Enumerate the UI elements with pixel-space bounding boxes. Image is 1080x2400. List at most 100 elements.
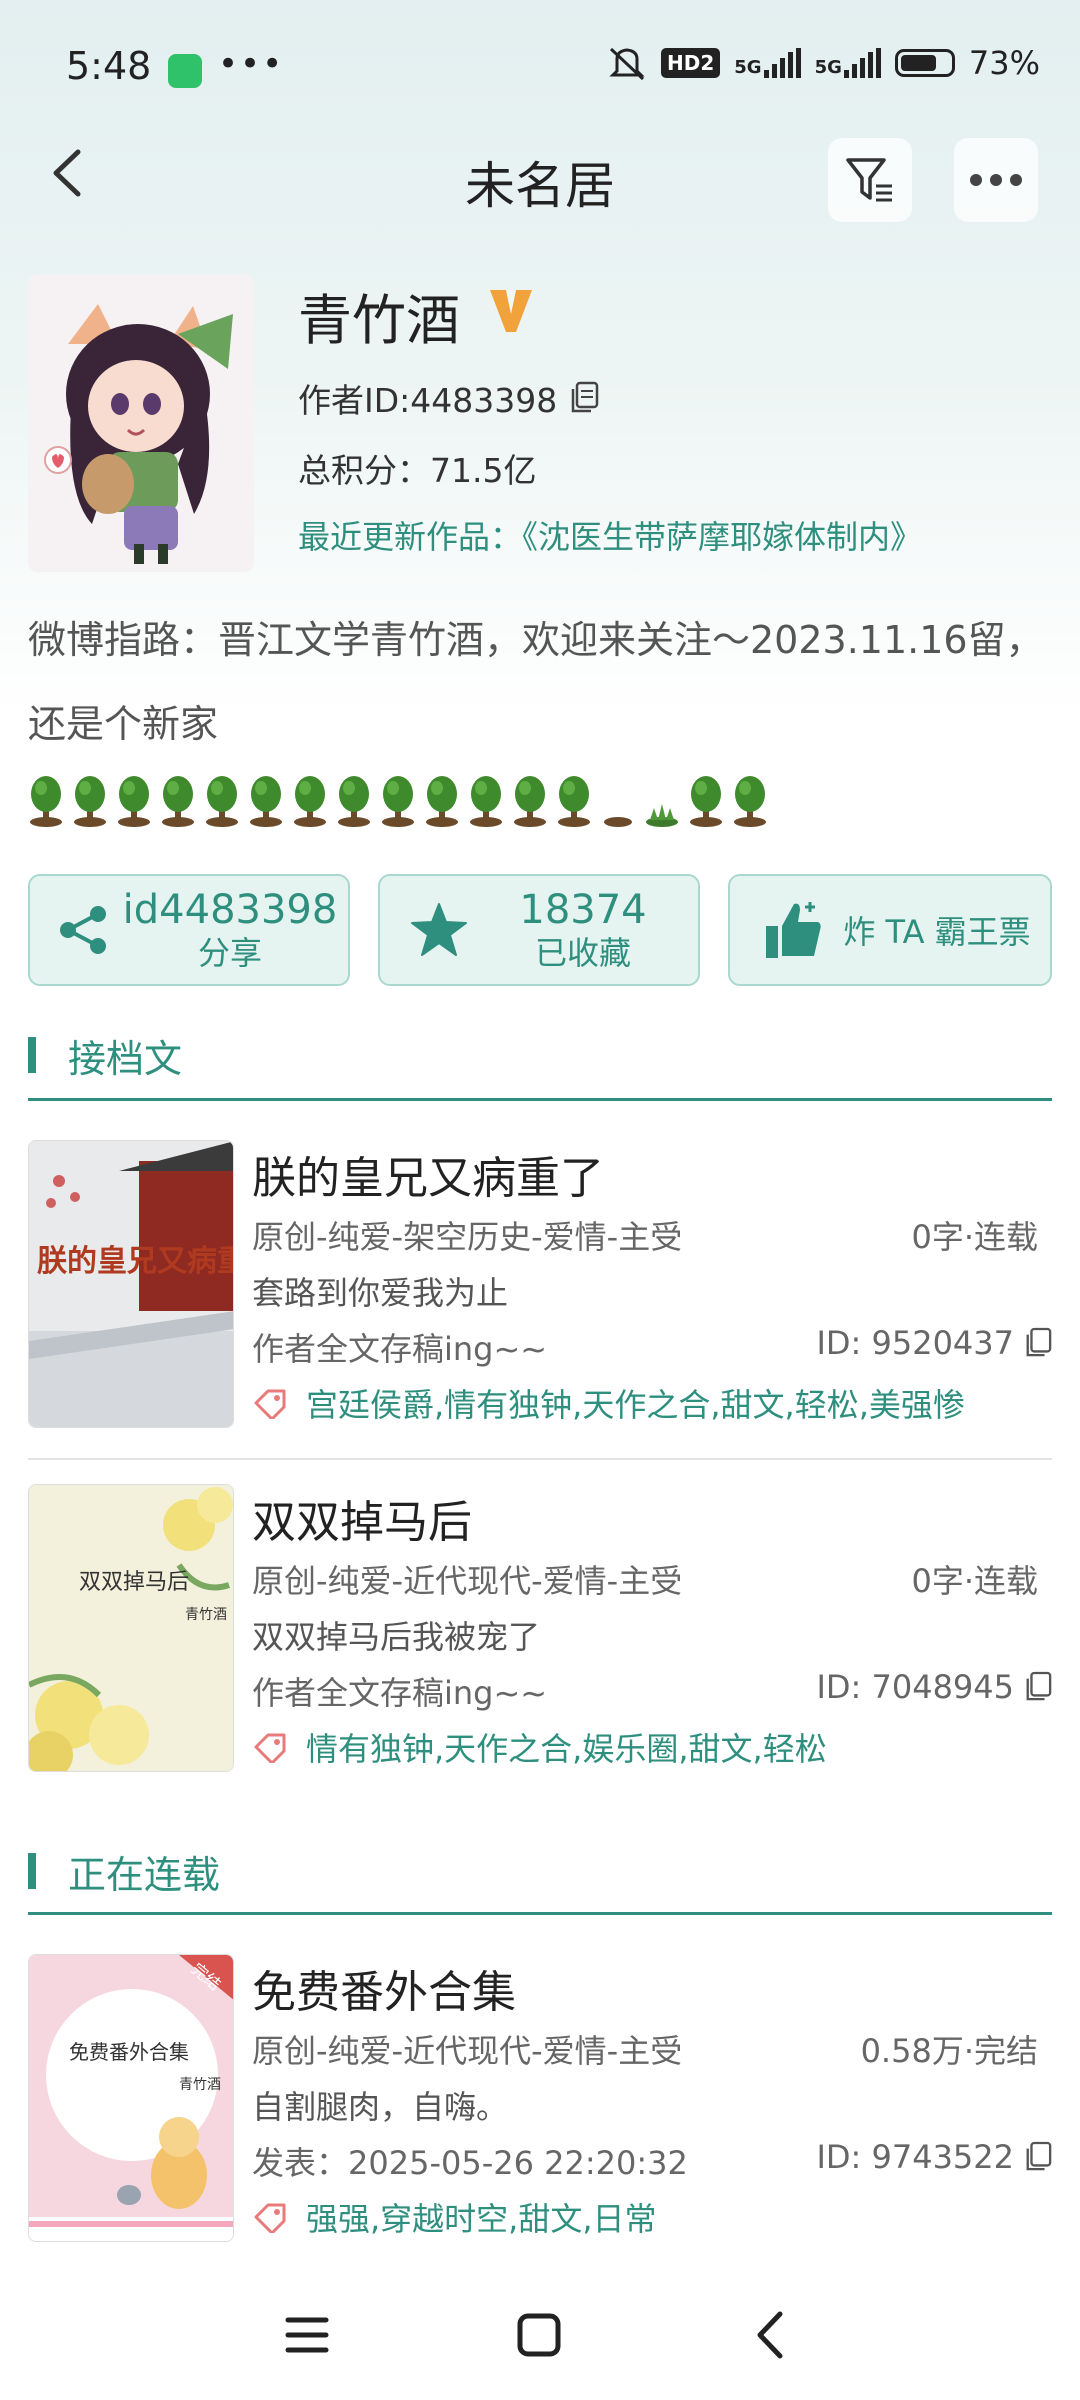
share-button[interactable]: id4483398 分享 bbox=[28, 874, 350, 986]
tree-icon bbox=[336, 774, 372, 832]
cover-author-text: 青竹酒 bbox=[179, 2077, 221, 2093]
book-id: ID: 7048945 bbox=[816, 1668, 1014, 1706]
book-desc: 自割腿肉，自嗨。 bbox=[252, 2088, 509, 2126]
book-id: ID: 9743522 bbox=[816, 2138, 1014, 2176]
network-label-1: 5G bbox=[734, 57, 762, 78]
book-tags[interactable]: 强强,穿越时空,甜文,日常 bbox=[306, 2194, 657, 2240]
tree-icon bbox=[160, 774, 196, 832]
author-name: 青竹酒 bbox=[298, 289, 460, 352]
book-item[interactable]: 双双掉马后 青竹酒 双双掉马后 原创-纯爱-近代现代-爱情-主受 0字·连载 双… bbox=[28, 1484, 1052, 1774]
book-desc: 双双掉马后我被宠了 bbox=[252, 1618, 541, 1656]
copy-icon[interactable] bbox=[1024, 2141, 1052, 2173]
tree-icon bbox=[28, 774, 64, 832]
vote-button[interactable]: 炸 TA 霸王票 bbox=[728, 874, 1052, 986]
section-reserved-title: 接档文 bbox=[68, 1036, 183, 1081]
tree-icon bbox=[380, 774, 416, 832]
copy-icon[interactable] bbox=[569, 381, 599, 415]
favorite-label: 已收藏 bbox=[534, 934, 631, 972]
book-desc: 套路到你爱我为止 bbox=[252, 1274, 509, 1312]
book-id-row: ID: 9520437 bbox=[816, 1324, 1052, 1362]
book-tags[interactable]: 情有独钟,天作之合,娱乐圈,甜文,轻松 bbox=[306, 1724, 827, 1770]
copy-icon[interactable] bbox=[1024, 1671, 1052, 1703]
tree-rank-icons bbox=[28, 774, 768, 832]
vote-label: 炸 TA 霸王票 bbox=[843, 913, 1031, 951]
book-item[interactable]: 完结 免费番外合集 青竹酒 免费番外合集 原创-纯爱-近代现代-爱情-主受 0.… bbox=[28, 1954, 1052, 2244]
book-tags-row: 情有独钟,天作之合,娱乐圈,甜文,轻松 bbox=[252, 1724, 827, 1770]
hd-voice-icon: HD2 bbox=[660, 48, 721, 78]
more-dots-icon bbox=[970, 174, 1022, 186]
book-category: 原创-纯爱-近代现代-爱情-主受 bbox=[252, 2032, 683, 2070]
cover-author-text: 青竹酒 bbox=[185, 1607, 227, 1623]
system-navigation-bar bbox=[0, 2290, 1080, 2380]
book-id-row: ID: 7048945 bbox=[816, 1668, 1052, 1706]
more-button[interactable] bbox=[954, 138, 1038, 222]
book-meta: 0.58万·完结 bbox=[860, 2032, 1038, 2070]
tree-icon bbox=[688, 774, 724, 832]
book-id-row: ID: 9743522 bbox=[816, 2138, 1052, 2176]
book-category: 原创-纯爱-近代现代-爱情-主受 bbox=[252, 1562, 683, 1600]
book-category: 原创-纯爱-架空历史-爱情-主受 bbox=[252, 1218, 683, 1256]
vip-verified-icon bbox=[490, 290, 532, 332]
book-note: 作者全文存稿ing~~ bbox=[252, 1330, 548, 1368]
tree-icon bbox=[292, 774, 328, 832]
avatar-illustration bbox=[28, 274, 254, 572]
more-notifications-icon: ••• bbox=[218, 44, 285, 84]
section-reserved-header: 接档文 bbox=[28, 1030, 183, 1081]
section-bar bbox=[28, 1853, 36, 1889]
author-avatar[interactable] bbox=[28, 274, 254, 572]
tree-icon bbox=[556, 774, 592, 832]
tree-icon bbox=[116, 774, 152, 832]
star-icon bbox=[411, 903, 467, 956]
nav-back-icon[interactable] bbox=[752, 2310, 788, 2360]
share-label: 分享 bbox=[197, 934, 262, 972]
book-note: 作者全文存稿ing~~ bbox=[252, 1674, 548, 1712]
book-meta: 0字·连载 bbox=[911, 1562, 1038, 1600]
battery-icon bbox=[894, 49, 955, 77]
book-cover: 双双掉马后 青竹酒 bbox=[28, 1484, 234, 1772]
tag-icon bbox=[254, 2203, 286, 2233]
tree-icon bbox=[512, 774, 548, 832]
section-bar bbox=[28, 1037, 36, 1073]
app-notification-icon bbox=[168, 54, 202, 88]
author-id: 作者ID:4483398 bbox=[298, 381, 558, 420]
book-id: ID: 9520437 bbox=[816, 1324, 1014, 1362]
tree-icon bbox=[248, 774, 284, 832]
filter-icon bbox=[846, 158, 892, 202]
book-cover: 完结 免费番外合集 青竹酒 bbox=[28, 1954, 234, 2242]
signal-icon-2 bbox=[843, 48, 881, 78]
page-title: 未名居 bbox=[465, 157, 615, 215]
book-title[interactable]: 朕的皇兄又病重了 bbox=[252, 1142, 604, 1206]
latest-work-link[interactable]: 最近更新作品：《沈医生带萨摩耶嫁体制内》 bbox=[298, 512, 922, 558]
filter-button[interactable] bbox=[828, 138, 912, 222]
home-icon[interactable] bbox=[516, 2312, 562, 2358]
book-meta: 0字·连载 bbox=[911, 1218, 1038, 1256]
tree-icon bbox=[468, 774, 504, 832]
cover-title-text: 双双掉马后 bbox=[79, 1570, 189, 1595]
book-tags-row: 强强,穿越时空,甜文,日常 bbox=[252, 2194, 657, 2240]
section-divider bbox=[28, 1098, 1052, 1101]
thumbs-up-icon bbox=[766, 902, 821, 958]
book-title[interactable]: 免费番外合集 bbox=[252, 1956, 516, 2020]
copy-icon[interactable] bbox=[1024, 1327, 1052, 1359]
tree-icon bbox=[72, 774, 108, 832]
cover-title-text: 免费番外合集 bbox=[69, 2040, 189, 2064]
battery-percent: 73% bbox=[968, 44, 1040, 82]
book-title[interactable]: 双双掉马后 bbox=[252, 1486, 472, 1550]
favorite-button[interactable]: 18374 已收藏 bbox=[378, 874, 700, 986]
book-tags-row: 宫廷侯爵,情有独钟,天作之合,甜文,轻松,美强惨 bbox=[252, 1380, 965, 1426]
cover-title-text: 朕的皇兄又病重了 bbox=[37, 1244, 234, 1279]
menu-icon[interactable] bbox=[284, 2312, 330, 2358]
tree-icon bbox=[204, 774, 240, 832]
book-item[interactable]: 朕的皇兄又病重了 朕的皇兄又病重了 原创-纯爱-架空历史-爱情-主受 0字·连载… bbox=[28, 1140, 1052, 1430]
author-id-row: 作者ID:4483398 bbox=[298, 374, 599, 422]
book-tags[interactable]: 宫廷侯爵,情有独钟,天作之合,甜文,轻松,美强惨 bbox=[306, 1380, 965, 1426]
tree-icon bbox=[424, 774, 460, 832]
author-bio: 微博指路：晋江文学青竹酒，欢迎来关注～2023.11.16留，还是个新家 bbox=[28, 618, 1044, 746]
book-cover: 朕的皇兄又病重了 bbox=[28, 1140, 234, 1428]
tag-icon bbox=[254, 1389, 286, 1419]
book-publish-time: 发表：2025-05-26 22:20:32 bbox=[252, 2144, 688, 2182]
section-ongoing-title: 正在连载 bbox=[68, 1852, 221, 1897]
tree-icon bbox=[732, 774, 768, 832]
seed-icon bbox=[600, 774, 636, 832]
section-divider bbox=[28, 1912, 1052, 1915]
